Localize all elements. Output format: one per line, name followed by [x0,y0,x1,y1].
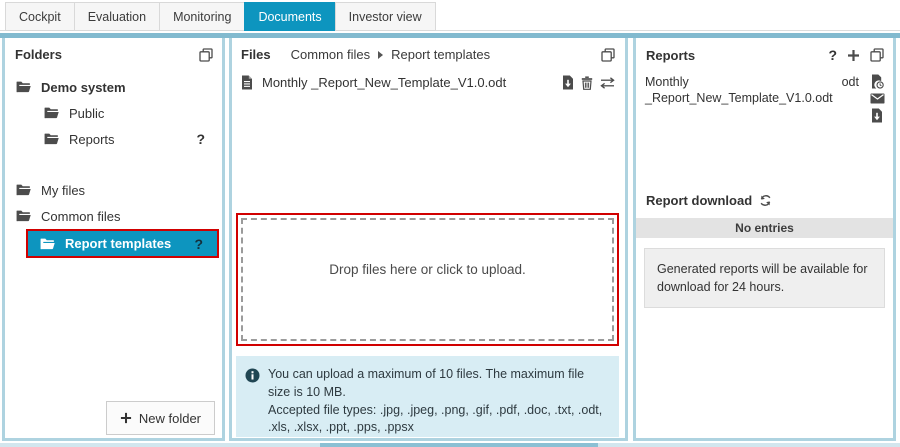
file-name[interactable]: Monthly _Report_New_Template_V1.0.odt [262,75,506,90]
reports-panel-header: Reports ? [636,38,893,67]
files-panel-title: Files [241,47,271,62]
folder-icon [40,238,55,250]
folder-label: Report templates [65,236,171,251]
reports-panel-title: Reports [646,48,695,63]
folder-label: Public [69,106,104,121]
refresh-icon[interactable] [759,194,772,207]
folder-item-common-files[interactable]: Common files [5,203,222,229]
help-icon[interactable]: ? [194,236,203,252]
folder-label: My files [41,183,85,198]
report-entry-actions [869,74,885,123]
tab-documents[interactable]: Documents [244,2,335,31]
folder-tree: Demo system Public Rep [5,74,222,258]
folder-label: Demo system [41,80,126,95]
email-icon[interactable] [870,93,885,104]
horizontal-scrollbar-thumb[interactable] [320,443,598,447]
folder-label: Common files [41,209,120,224]
folders-panel-title: Folders [15,47,62,62]
add-report-icon[interactable] [847,49,860,62]
upload-dropzone[interactable]: Drop files here or click to upload. [241,218,614,341]
folders-panel-header: Folders [5,38,222,66]
tab-monitoring[interactable]: Monitoring [159,2,245,31]
upload-info-text: You can upload a maximum of 10 files. Th… [268,366,605,429]
transfer-icon[interactable] [600,77,615,89]
upload-info-box: You can upload a maximum of 10 files. Th… [236,356,619,437]
tab-evaluation[interactable]: Evaluation [74,2,160,31]
file-icon [241,75,253,90]
new-folder-label: New folder [139,411,201,426]
report-name[interactable]: Monthly _Report_New_Template_V1.0.odt [645,74,834,107]
file-row: Monthly _Report_New_Template_V1.0.odt [241,75,615,90]
file-actions [562,75,615,90]
tree-spacer [5,152,222,177]
folder-icon [16,184,31,196]
breadcrumb-common-files[interactable]: Common files [291,47,370,62]
popout-icon[interactable] [870,48,884,62]
dropzone-highlight: Drop files here or click to upload. [236,213,619,346]
popout-icon[interactable] [601,48,615,62]
new-folder-button[interactable]: New folder [106,401,215,435]
folder-icon [44,107,59,119]
tab-cockpit[interactable]: Cockpit [5,2,75,31]
breadcrumb: Common files Report templates [291,47,490,62]
tab-bar: Cockpit Evaluation Monitoring Documents … [5,2,435,31]
folder-icon [44,133,59,145]
selected-folder-highlight: Report templates ? [26,229,219,258]
reports-panel: Reports ? Monthly _Report_New_Template_V… [633,38,896,441]
folders-panel: Folders Demo system [2,38,225,441]
folder-item-demo-system[interactable]: Demo system [5,74,222,100]
tab-investor-view[interactable]: Investor view [335,2,436,31]
report-download-title: Report download [646,193,752,208]
report-schedule-icon[interactable] [871,74,884,89]
delete-icon[interactable] [581,76,593,90]
breadcrumb-arrow-icon [378,51,383,59]
upload-info-line-1: You can upload a maximum of 10 files. Th… [268,366,605,402]
report-download-section: Report download [646,193,772,208]
download-icon[interactable] [871,108,883,123]
folder-icon [16,210,31,222]
breadcrumb-report-templates[interactable]: Report templates [391,47,490,62]
files-panel: Files Common files Report templates [229,38,628,441]
folder-item-report-templates[interactable]: Report templates ? [28,231,217,256]
report-entry: Monthly _Report_New_Template_V1.0.odt od… [645,74,885,123]
folder-item-my-files[interactable]: My files [5,177,222,203]
help-icon[interactable]: ? [828,47,837,63]
app-window: Cockpit Evaluation Monitoring Documents … [0,0,900,447]
upload-info-line-2: Accepted file types: .jpg, .jpeg, .png, … [268,402,605,438]
files-panel-header: Files Common files Report templates [232,38,625,62]
popout-icon[interactable] [199,48,213,62]
report-availability-note: Generated reports will be available for … [644,248,885,308]
dropzone-text: Drop files here or click to upload. [243,262,612,277]
help-icon[interactable]: ? [196,131,205,147]
download-icon[interactable] [562,75,574,90]
no-entries-bar: No entries [636,218,893,238]
folder-label: Reports [69,132,115,147]
plus-icon [120,412,132,424]
info-icon [245,368,260,429]
report-type: odt [842,75,859,89]
folder-icon [16,81,31,93]
folder-item-reports[interactable]: Reports ? [5,126,222,152]
folder-item-public[interactable]: Public [5,100,222,126]
